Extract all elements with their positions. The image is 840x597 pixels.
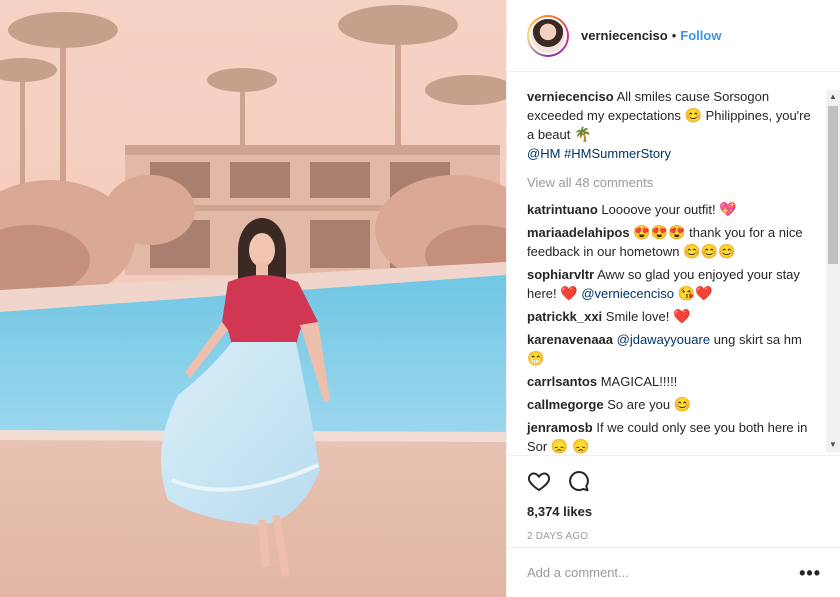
comment-text: Smile love! bbox=[605, 309, 670, 324]
post-photo[interactable] bbox=[0, 0, 506, 597]
comment-username[interactable]: karenavenaaa bbox=[527, 332, 613, 347]
heart-emoji-icon: ❤️ bbox=[673, 308, 691, 324]
caption-mention[interactable]: @HM bbox=[527, 146, 560, 161]
comment-item: jenramosb If we could only see you both … bbox=[527, 418, 811, 454]
post-timestamp[interactable]: 2 days ago bbox=[527, 531, 821, 542]
post-photo-illustration bbox=[0, 0, 506, 597]
speech-bubble-icon[interactable] bbox=[567, 469, 591, 493]
header-username[interactable]: verniecenciso bbox=[581, 28, 668, 43]
comment-item: patrickk_xxi Smile love! ❤️ bbox=[527, 307, 811, 326]
likes-count[interactable]: 8,374 likes bbox=[527, 504, 821, 519]
comment-username[interactable]: sophiarvltr bbox=[527, 267, 594, 282]
comment-username[interactable]: patrickk_xxi bbox=[527, 309, 602, 324]
comment-username[interactable]: jenramosb bbox=[527, 420, 593, 435]
heart-eyes-emoji-icon: 😍😍😍 bbox=[633, 224, 686, 240]
view-all-comments-link[interactable]: View all 48 comments bbox=[527, 173, 811, 192]
disappointed-emoji-icon: 😞 😞 bbox=[550, 438, 590, 454]
grin-emoji-icon: 😁 bbox=[527, 350, 545, 366]
action-buttons bbox=[527, 464, 821, 498]
comments-list[interactable]: verniecenciso All smiles cause Sorsogon … bbox=[507, 73, 840, 454]
comment-input[interactable] bbox=[527, 565, 800, 580]
add-comment-section: ••• bbox=[507, 547, 840, 597]
comment-item: callmegorge So are you 😊 bbox=[527, 395, 811, 414]
comment-username[interactable]: mariaadelahipos bbox=[527, 225, 630, 240]
comments-scrollbar[interactable]: ▲ ▼ bbox=[826, 90, 840, 452]
comment-text: Loooove your outfit! bbox=[601, 202, 716, 217]
smile-emoji-icon: 😊 bbox=[684, 107, 702, 123]
follow-button[interactable]: Follow bbox=[680, 28, 721, 43]
instagram-post: verniecenciso • Follow verniecenciso All… bbox=[0, 0, 840, 597]
palm-tree-emoji-icon: 🌴 bbox=[574, 126, 592, 142]
avatar-image bbox=[529, 16, 567, 55]
heart-outline-icon[interactable] bbox=[527, 469, 551, 493]
post-caption: verniecenciso All smiles cause Sorsogon … bbox=[527, 87, 811, 163]
smile-emoji-icon: 😊 bbox=[673, 396, 692, 412]
kiss-heart-emoji-icon: 😘❤️ bbox=[677, 285, 713, 301]
comment-text: ung skirt sa hm bbox=[713, 332, 802, 347]
post-header: verniecenciso • Follow bbox=[507, 0, 840, 72]
post-actions: 8,374 likes 2 days ago bbox=[507, 455, 840, 542]
comment-mention[interactable]: @verniecenciso bbox=[581, 286, 674, 301]
comment-text: So are you bbox=[607, 397, 671, 412]
avatar[interactable] bbox=[527, 14, 569, 57]
comment-item: carrlsantos MAGICAL!!!!! bbox=[527, 372, 811, 391]
comment-username[interactable]: carrlsantos bbox=[527, 374, 597, 389]
caption-username[interactable]: verniecenciso bbox=[527, 89, 614, 104]
scroll-down-arrow-icon[interactable]: ▼ bbox=[826, 438, 840, 452]
comment-text: MAGICAL!!!!! bbox=[600, 374, 678, 389]
comment-username[interactable]: callmegorge bbox=[527, 397, 604, 412]
comment-item: karenavenaaa @jdawayyouare ung skirt sa … bbox=[527, 330, 811, 368]
scroll-thumb[interactable] bbox=[828, 106, 838, 264]
scroll-up-arrow-icon[interactable]: ▲ bbox=[826, 90, 840, 104]
caption-hashtag[interactable]: #HMSummerStory bbox=[564, 146, 671, 161]
comment-item: sophiarvltr Aww so glad you enjoyed your… bbox=[527, 265, 811, 303]
comment-username[interactable]: katrintuano bbox=[527, 202, 598, 217]
comment-mention[interactable]: @jdawayyouare bbox=[617, 332, 710, 347]
comment-item: mariaadelahipos 😍😍😍 thank you for a nice… bbox=[527, 223, 811, 261]
more-options-icon[interactable]: ••• bbox=[799, 564, 821, 582]
header-separator: • bbox=[671, 28, 677, 43]
comment-item: katrintuano Loooove your outfit! 💖 bbox=[527, 200, 811, 219]
post-side-panel: verniecenciso • Follow verniecenciso All… bbox=[506, 0, 840, 597]
heart-emoji-icon: 💖 bbox=[719, 201, 737, 217]
smile-emoji-icon: 😊😊😊 bbox=[683, 243, 736, 259]
heart-emoji-icon: ❤️ bbox=[560, 285, 578, 301]
